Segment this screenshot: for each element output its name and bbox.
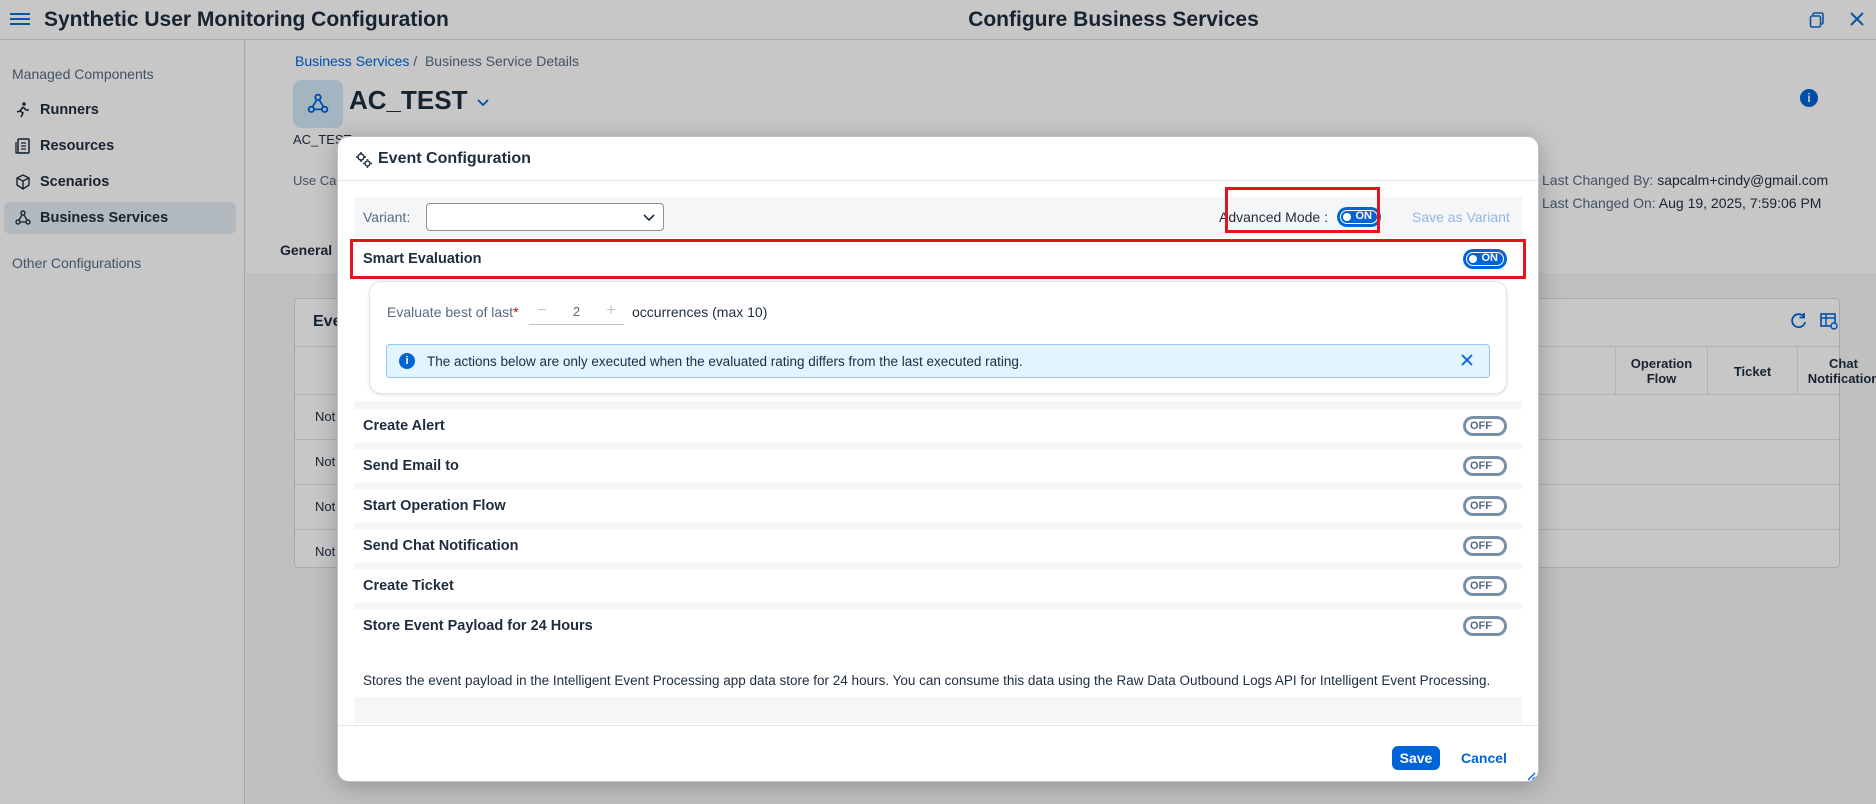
- send-email-toggle[interactable]: OFF: [1463, 456, 1507, 476]
- send-chat-notification-toggle[interactable]: OFF: [1463, 536, 1507, 556]
- action-row-create-alert: Create Alert OFF: [354, 409, 1522, 443]
- info-message-strip: i The actions below are only executed wh…: [386, 344, 1490, 378]
- smart-evaluation-highlight: [350, 239, 1526, 279]
- dialog-header: Event Configuration: [338, 137, 1538, 181]
- variant-select[interactable]: [426, 203, 664, 231]
- advanced-mode-highlight: [1225, 187, 1380, 233]
- start-operation-flow-toggle[interactable]: OFF: [1463, 496, 1507, 516]
- occurrences-label: occurrences (max 10): [632, 304, 768, 320]
- info-message: The actions below are only executed when…: [427, 354, 1023, 369]
- event-configuration-dialog: Event Configuration Variant: Advanced Mo…: [337, 136, 1539, 782]
- create-ticket-toggle[interactable]: OFF: [1463, 576, 1507, 596]
- required-mark: *: [513, 304, 519, 320]
- smart-evaluation-panel: Evaluate best of last* − 2 + occurrences…: [369, 281, 1507, 394]
- store-event-payload-description: Stores the event payload in the Intellig…: [363, 673, 1491, 688]
- action-row-store-event-payload: Store Event Payload for 24 Hours OFF: [354, 609, 1522, 673]
- gears-icon: [356, 152, 372, 168]
- save-button[interactable]: Save: [1392, 746, 1440, 770]
- action-row-send-chat-notification: Send Chat Notification OFF: [354, 529, 1522, 563]
- save-as-variant-button[interactable]: Save as Variant: [1412, 209, 1510, 225]
- chevron-down-icon: [643, 214, 655, 222]
- create-alert-toggle[interactable]: OFF: [1463, 416, 1507, 436]
- cancel-button[interactable]: Cancel: [1455, 746, 1513, 770]
- evaluate-label: Evaluate best of last*: [387, 304, 519, 320]
- variant-label: Variant:: [363, 209, 411, 225]
- action-row-start-operation-flow: Start Operation Flow OFF: [354, 489, 1522, 523]
- close-icon[interactable]: [1459, 351, 1475, 369]
- dialog-footer: Save Cancel: [338, 725, 1538, 781]
- info-icon: i: [399, 353, 415, 369]
- stepper-increase-button[interactable]: +: [602, 302, 620, 320]
- action-row-create-ticket: Create Ticket OFF: [354, 569, 1522, 603]
- resize-handle-icon[interactable]: [1526, 771, 1536, 781]
- action-row-send-email: Send Email to OFF: [354, 449, 1522, 483]
- occurrences-stepper[interactable]: − 2 +: [529, 299, 624, 325]
- store-event-payload-toggle[interactable]: OFF: [1463, 616, 1507, 636]
- dialog-title: Event Configuration: [378, 150, 531, 167]
